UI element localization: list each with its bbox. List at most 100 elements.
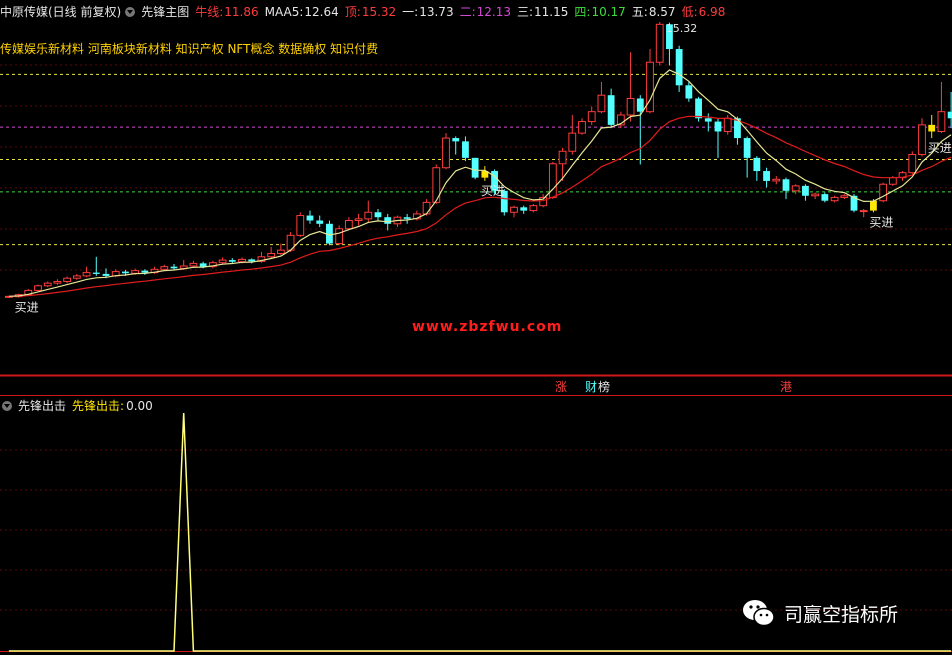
candle-body bbox=[189, 262, 198, 267]
candle-body bbox=[821, 194, 829, 201]
candle-body bbox=[102, 273, 110, 276]
candle-body bbox=[714, 121, 722, 132]
header-item-label: MAA5: bbox=[264, 5, 304, 19]
wechat-icon bbox=[743, 600, 775, 627]
candle-body bbox=[928, 124, 936, 132]
candle-body bbox=[43, 282, 52, 287]
candle-body bbox=[131, 270, 140, 274]
ma-red-line bbox=[8, 115, 952, 297]
candle-body bbox=[354, 218, 363, 222]
candle-body bbox=[442, 137, 450, 169]
buy-signal-label: 买进 bbox=[481, 184, 505, 198]
header-item-value: 6.98 bbox=[698, 5, 726, 19]
candle-body bbox=[558, 150, 567, 165]
candle-body bbox=[597, 94, 606, 113]
candle-body bbox=[510, 206, 518, 213]
event-marker: 港 bbox=[780, 380, 792, 394]
header-item-value: 13.73 bbox=[419, 5, 454, 19]
event-marker: 榜 bbox=[598, 379, 610, 394]
header-item-label: 五: bbox=[631, 5, 648, 19]
event-marker: 财 bbox=[585, 380, 597, 394]
candle-body bbox=[122, 271, 129, 274]
stock-title: 中原传媒(日线 前复权) bbox=[0, 5, 122, 19]
header-item-label: 顶: bbox=[344, 5, 361, 19]
candle-body bbox=[218, 259, 227, 264]
candle-body bbox=[170, 266, 178, 269]
candle-body bbox=[811, 193, 820, 197]
candle-body bbox=[772, 178, 781, 182]
candle-body bbox=[791, 185, 800, 192]
candle-body bbox=[723, 117, 732, 132]
candle-body bbox=[452, 138, 460, 142]
candle-body bbox=[675, 49, 683, 86]
candle-body bbox=[937, 111, 946, 132]
buy-signal-label: 买进 bbox=[928, 141, 952, 155]
header-item-value: 10.17 bbox=[591, 5, 626, 19]
candle-body bbox=[276, 249, 285, 254]
candle-body bbox=[782, 179, 790, 191]
candle-body bbox=[199, 263, 207, 267]
header-item-label: 牛线: bbox=[195, 5, 224, 19]
candle-body bbox=[685, 85, 693, 99]
candle-body bbox=[92, 272, 100, 274]
candle-body bbox=[335, 228, 344, 245]
candle-body bbox=[306, 215, 314, 221]
candle-body bbox=[626, 97, 635, 116]
sub-indicator-label: 先锋出击: bbox=[72, 399, 125, 413]
candle-body bbox=[228, 260, 236, 262]
candle-body bbox=[72, 275, 81, 279]
watermark-url: www.zbzfwu.com bbox=[412, 319, 563, 335]
candle-body bbox=[296, 215, 305, 236]
candle-body bbox=[238, 258, 246, 263]
header-item-value: 12.13 bbox=[476, 5, 511, 19]
candle-body bbox=[63, 277, 72, 283]
header-item-label: 四: bbox=[574, 5, 591, 19]
candle-body bbox=[763, 171, 770, 181]
candle-body bbox=[374, 212, 382, 218]
candle-body bbox=[587, 111, 596, 123]
header-values: 牛线:11.86 MAA5:12.64 顶:15.32 一:13.73 二:12.13 三… bbox=[195, 3, 731, 20]
candle-body bbox=[462, 141, 469, 158]
candle-body bbox=[364, 211, 373, 220]
sub-chart-header: 先锋出击 先锋出击: 0.00 bbox=[0, 397, 159, 414]
candle-body bbox=[908, 154, 917, 174]
candle-body bbox=[529, 205, 538, 212]
candle-body bbox=[160, 266, 169, 270]
candle-body bbox=[267, 252, 276, 258]
header-item-value: 11.15 bbox=[534, 5, 569, 19]
header-item-label: 低: bbox=[681, 5, 698, 19]
candle-body bbox=[53, 281, 62, 284]
candle-body bbox=[888, 177, 897, 185]
candle-body bbox=[607, 95, 615, 125]
header-item-label: 三: bbox=[516, 5, 534, 19]
header-item-label: 二: bbox=[459, 5, 476, 19]
peak-price-label: 15.32 bbox=[666, 22, 698, 35]
candle-body bbox=[316, 220, 324, 224]
candle-body bbox=[743, 138, 751, 158]
sub-indicator-menu-icon[interactable] bbox=[2, 400, 12, 411]
candle-body bbox=[802, 185, 809, 196]
candle-body bbox=[248, 259, 256, 262]
candle-body bbox=[403, 217, 411, 219]
header-item-value: 12.64 bbox=[304, 5, 339, 19]
indicator-menu-icon[interactable] bbox=[125, 6, 136, 17]
buy-signal-label: 买进 bbox=[869, 215, 893, 229]
brand-badge: 司赢空指标所 bbox=[742, 598, 898, 628]
candle-body bbox=[870, 200, 877, 211]
candle-body bbox=[840, 195, 849, 198]
candle-body bbox=[422, 201, 431, 215]
buy-signal-label: 买进 bbox=[15, 301, 39, 315]
concept-tags: 传媒娱乐新材料 河南板块新材料 知识产权 NFT概念 数据确权 知识付费 bbox=[0, 42, 379, 56]
sub-indicator-name[interactable]: 先锋出击 bbox=[18, 397, 66, 414]
indicator-name[interactable]: 先锋主图 bbox=[141, 3, 189, 20]
candle-body bbox=[568, 132, 577, 152]
candle-body bbox=[704, 118, 712, 122]
main-chart-header: 中原传媒(日线 前复权) 先锋主图 牛线:11.86 MAA5:12.64 顶:15… bbox=[0, 3, 731, 20]
candle-body bbox=[344, 220, 353, 230]
candle-body bbox=[695, 98, 702, 119]
header-item-value: 15.32 bbox=[361, 5, 397, 19]
candle-body bbox=[753, 157, 761, 172]
candle-body bbox=[918, 124, 926, 156]
candle-body bbox=[636, 98, 644, 112]
header-item-value: 8.57 bbox=[648, 5, 676, 19]
